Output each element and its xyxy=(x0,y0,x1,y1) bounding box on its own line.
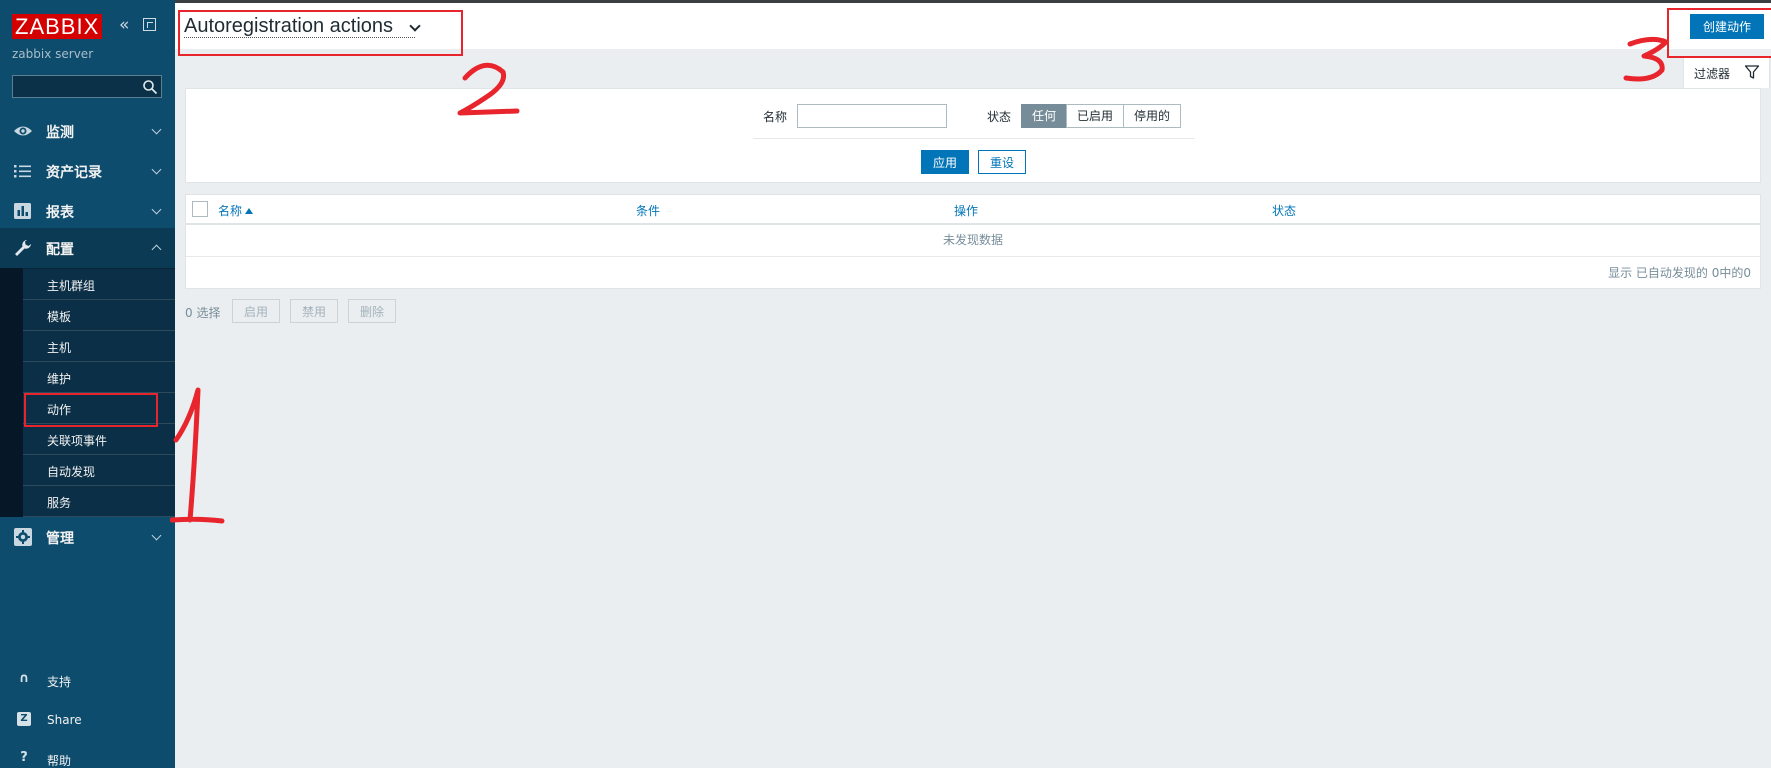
menu-configuration[interactable]: 配置 xyxy=(0,228,175,268)
submenu-label: 维护 xyxy=(47,372,72,386)
chevron-down-icon xyxy=(151,164,162,175)
chevron-down-icon xyxy=(151,530,162,541)
status-radio-group: 任何 已启用 停用的 xyxy=(1021,104,1182,128)
bar-chart-icon xyxy=(14,203,31,219)
support-label: 支持 xyxy=(47,675,72,689)
share-link[interactable]: Z Share xyxy=(0,705,175,735)
submenu-label: 模板 xyxy=(47,310,72,324)
menu-label: 资产记录 xyxy=(46,165,102,181)
menu-inventory[interactable]: 资产记录 xyxy=(0,151,175,191)
annotation-box-actions xyxy=(24,393,158,427)
search-icon[interactable] xyxy=(142,79,158,95)
filter-icon xyxy=(1744,65,1760,79)
mass-disable-button[interactable]: 禁用 xyxy=(290,299,339,323)
menu-label: 报表 xyxy=(46,205,74,221)
annotation-box-create xyxy=(1667,8,1771,58)
sort-ascending-icon xyxy=(245,208,254,214)
submenu-label: 主机群组 xyxy=(47,279,96,293)
search-input[interactable] xyxy=(12,75,162,98)
support-link[interactable]: ∩ 支持 xyxy=(0,665,175,695)
submenu-label: 服务 xyxy=(47,496,72,510)
list-icon xyxy=(14,165,31,178)
empty-table-row: 未发现数据 xyxy=(186,225,1760,257)
menu-reports[interactable]: 报表 xyxy=(0,191,175,231)
submenu-maintenance[interactable]: 维护 xyxy=(23,362,175,393)
collapse-sidebar-icon[interactable]: « xyxy=(119,17,129,34)
name-label: 名称 xyxy=(763,110,788,124)
chevron-up-icon xyxy=(151,244,162,255)
menu-administration[interactable]: 管理 xyxy=(0,517,175,557)
submenu-label: 自动发现 xyxy=(47,465,96,479)
select-all-checkbox[interactable] xyxy=(192,201,208,217)
actions-table: 名称 条件 操作 状态 未发现数据 显示 已自动发现的 0中的0 xyxy=(185,194,1761,289)
submenu-host-groups[interactable]: 主机群组 xyxy=(23,269,175,300)
submenu-templates[interactable]: 模板 xyxy=(23,300,175,331)
status-enabled-option[interactable]: 已启用 xyxy=(1066,104,1125,128)
column-header-operations: 操作 xyxy=(954,204,979,218)
column-label: 名称 xyxy=(218,204,243,218)
help-link[interactable]: ? 帮助 xyxy=(0,744,175,768)
headset-icon: ∩ xyxy=(18,671,30,686)
kiosk-mode-icon[interactable] xyxy=(143,18,156,31)
submenu-discovery[interactable]: 自动发现 xyxy=(23,455,175,486)
submenu-services[interactable]: 服务 xyxy=(23,486,175,517)
eye-icon xyxy=(14,126,32,136)
chevron-down-icon xyxy=(151,204,162,215)
selected-count: 0 选择 xyxy=(185,306,221,320)
filter-panel: 名称 状态 任何 已启用 停用的 应用 重设 xyxy=(185,88,1761,183)
filter-divider xyxy=(753,138,1195,139)
gear-icon xyxy=(14,528,32,546)
sidebar: ZABBIX « zabbix server 监测 资产记录 报表 配置 主机群… xyxy=(0,0,175,768)
apply-button[interactable]: 应用 xyxy=(921,150,969,174)
column-header-name[interactable]: 名称 xyxy=(218,202,254,219)
server-name: zabbix server xyxy=(12,47,94,61)
share-label: Share xyxy=(47,713,82,727)
menu-label: 管理 xyxy=(46,531,74,547)
menu-label: 配置 xyxy=(46,242,74,258)
help-label: 帮助 xyxy=(47,754,72,768)
status-any-option[interactable]: 任何 xyxy=(1021,104,1068,128)
submenu-hosts[interactable]: 主机 xyxy=(23,331,175,362)
menu-label: 监测 xyxy=(46,125,74,141)
share-icon: Z xyxy=(17,712,31,726)
zabbix-logo[interactable]: ZABBIX xyxy=(12,14,103,39)
filter-tab-label: 过滤器 xyxy=(1694,67,1731,81)
submenu-label: 主机 xyxy=(47,341,72,355)
submenu-event-correlation[interactable]: 关联项事件 xyxy=(23,424,175,455)
submenu-indent xyxy=(0,268,23,517)
table-header: 名称 条件 操作 状态 xyxy=(186,195,1760,225)
status-label: 状态 xyxy=(987,110,1012,124)
menu-monitoring[interactable]: 监测 xyxy=(0,111,175,151)
status-disabled-option[interactable]: 停用的 xyxy=(1123,104,1182,128)
annotation-number-1: 1 xyxy=(170,387,225,524)
reset-button[interactable]: 重设 xyxy=(978,150,1026,174)
paging-summary: 显示 已自动发现的 0中的0 xyxy=(1608,266,1751,280)
submenu-label: 关联项事件 xyxy=(47,434,108,448)
column-header-status[interactable]: 状态 xyxy=(1272,202,1296,219)
chevron-down-icon xyxy=(151,124,162,135)
mass-enable-button[interactable]: 启用 xyxy=(232,299,281,323)
column-header-conditions: 条件 xyxy=(636,204,661,218)
name-field[interactable] xyxy=(797,104,947,128)
annotation-box-title xyxy=(178,10,463,56)
mass-delete-button[interactable]: 删除 xyxy=(348,299,397,323)
filter-tab[interactable]: 过滤器 xyxy=(1683,57,1770,88)
help-icon: ? xyxy=(20,750,28,765)
annotation-label: 2 xyxy=(455,58,456,59)
wrench-icon xyxy=(15,240,31,256)
